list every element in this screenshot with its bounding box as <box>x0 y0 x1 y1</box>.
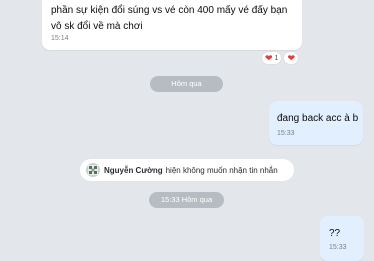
message-text: đang back acc à b <box>277 113 359 124</box>
time-divider: 15:33 Hôm qua <box>149 192 224 208</box>
message-time: 15:33 <box>277 130 295 137</box>
message-time: 15:14 <box>51 35 69 42</box>
contact-name[interactable]: Nguyễn Cường <box>104 166 163 175</box>
heart-icon: ❤ <box>265 52 273 63</box>
system-notice: Nguyễn Cường hiện không muốn nhận tin nh… <box>80 159 294 181</box>
outgoing-message-bubble[interactable]: đang back acc à b 15:33 <box>269 101 363 145</box>
message-text: ?? <box>329 228 341 239</box>
outgoing-message-bubble[interactable]: ?? 15:33 <box>320 216 364 261</box>
incoming-message-bubble[interactable]: phần sự kiện đổi súng vs vé còn 400 mấy … <box>42 0 302 50</box>
message-time: 15:33 <box>329 244 347 251</box>
date-divider: Hôm qua <box>150 76 223 92</box>
reaction-bar[interactable]: ❤ 1 ❤ <box>262 52 298 64</box>
reaction-count: 1 <box>274 54 279 62</box>
message-text: phần sự kiện đổi súng vs vé còn 400 mấy … <box>51 5 288 32</box>
reaction-heart-button[interactable]: ❤ <box>284 52 298 64</box>
heart-icon: ❤ <box>287 52 295 63</box>
reaction-heart-count[interactable]: ❤ 1 <box>262 52 282 64</box>
avatar[interactable] <box>86 163 100 177</box>
notice-text: hiện không muốn nhận tin nhắn <box>165 165 278 175</box>
